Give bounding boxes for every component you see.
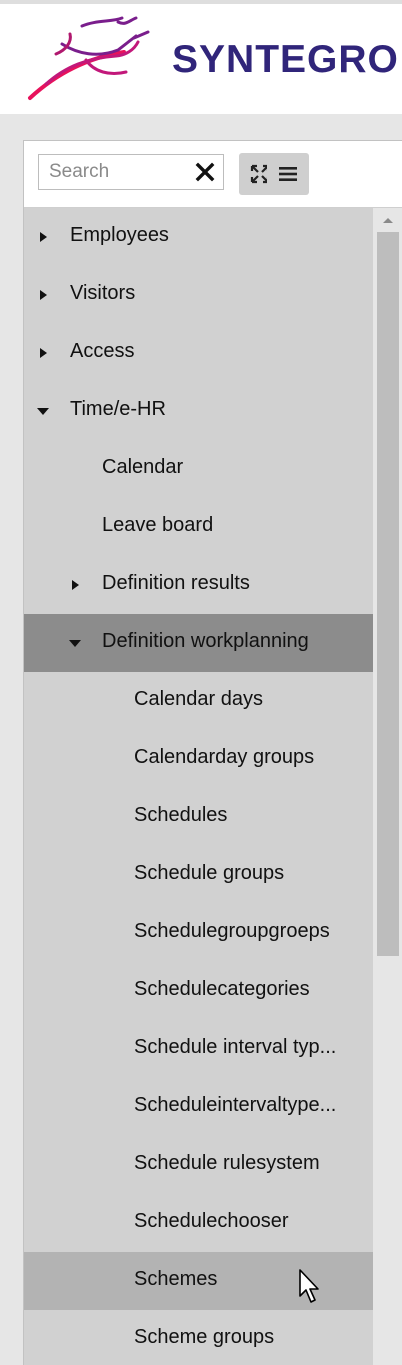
search-input[interactable] — [39, 155, 209, 189]
tree-item-label: Schedule groups — [134, 862, 285, 884]
tree-item-label: Calendar days — [134, 688, 263, 710]
caret-right-icon[interactable] — [36, 288, 50, 302]
tree-item-label: Schedule rulesystem — [134, 1152, 320, 1174]
app-header: SYNTEGRO — [0, 4, 402, 114]
tree-item-label: Schedule interval typ... — [134, 1036, 337, 1058]
scrollbar-thumb[interactable] — [377, 232, 399, 956]
caret-right-icon[interactable] — [36, 230, 50, 244]
tree-item[interactable]: Visitors — [24, 266, 373, 324]
tree-toolbar — [24, 141, 402, 208]
tree-item-label: Access — [70, 340, 135, 362]
caret-right-icon[interactable] — [68, 578, 82, 592]
tree-item-label: Schedulegroupgroeps — [134, 920, 330, 942]
tree-item[interactable]: Schedulegroupgroeps — [24, 904, 373, 962]
tree-item-label: Calendarday groups — [134, 746, 315, 768]
tree-item[interactable]: Schedules — [24, 788, 373, 846]
tree-item[interactable]: Definition results — [24, 556, 373, 614]
navigation-panel: Employees Visitors Access Time/e-HR Calendar… — [23, 140, 402, 1365]
caret-down-icon[interactable] — [36, 404, 50, 418]
tree-item-label: Employees — [70, 224, 169, 246]
caret-down-icon[interactable] — [68, 636, 82, 650]
tree-item[interactable]: Time/e-HR — [24, 382, 373, 440]
tree-item[interactable]: Schedulechooser — [24, 1194, 373, 1252]
navigation-tree: Employees Visitors Access Time/e-HR Calendar… — [24, 208, 373, 1365]
tree-item[interactable]: Definition workplanning — [24, 614, 373, 672]
tree-item[interactable]: Employees — [24, 208, 373, 266]
tree-item-label: Leave board — [102, 514, 214, 536]
tree-item[interactable]: Scheme groups — [24, 1310, 373, 1365]
leaping-deer-logo-icon — [28, 16, 150, 100]
scroll-up-arrow-icon[interactable] — [380, 214, 396, 226]
tree-item[interactable]: Calendar days — [24, 672, 373, 730]
tree-item[interactable]: Schedule groups — [24, 846, 373, 904]
mouse-pointer-icon — [299, 1269, 319, 1303]
tree-item[interactable]: Schedule interval typ... — [24, 1020, 373, 1078]
close-icon[interactable] — [195, 162, 215, 182]
tree-item-label: Visitors — [70, 282, 136, 304]
tree-item[interactable]: Schedule rulesystem — [24, 1136, 373, 1194]
tree-item[interactable]: Calendarday groups — [24, 730, 373, 788]
tree-item-label: Scheduleintervaltype... — [134, 1094, 337, 1116]
tree-item-label: Calendar — [102, 456, 184, 478]
tree-item[interactable]: Access — [24, 324, 373, 382]
tree-item-label: Schedulecategories — [134, 978, 310, 1000]
tree-item[interactable]: Schedulecategories — [24, 962, 373, 1020]
tree-item[interactable]: Calendar — [24, 440, 373, 498]
tree-item-label: Schemes — [134, 1268, 218, 1290]
tree-item-label: Definition workplanning — [102, 630, 309, 652]
tree-item-label: Schedulechooser — [134, 1210, 289, 1232]
tree-item[interactable]: Leave board — [24, 498, 373, 556]
tree-item-label: Schedules — [134, 804, 228, 826]
tree-item-label: Scheme groups — [134, 1326, 275, 1348]
brand-name: SYNTEGRO — [172, 38, 399, 81]
tree-item-label: Time/e-HR — [70, 398, 166, 420]
hamburger-menu-icon — [279, 167, 297, 181]
tree-item-label: Definition results — [102, 572, 250, 594]
caret-right-icon[interactable] — [36, 346, 50, 360]
tree-scrollbar[interactable] — [373, 208, 402, 1365]
search-field[interactable] — [38, 154, 224, 190]
tree-item[interactable]: Scheduleintervaltype... — [24, 1078, 373, 1136]
menu-button[interactable] — [267, 153, 309, 195]
